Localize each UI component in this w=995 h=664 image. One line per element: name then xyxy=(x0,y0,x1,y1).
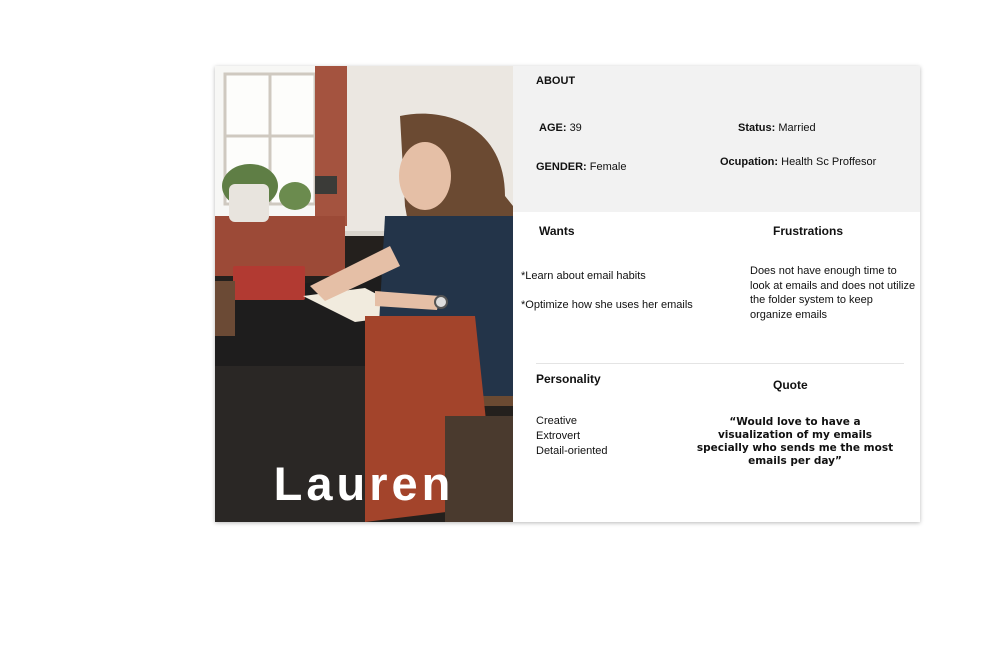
gender-label: GENDER: xyxy=(536,161,587,173)
personality-heading: Personality xyxy=(536,372,601,386)
occupation-label: Ocupation: xyxy=(720,156,779,168)
section-divider xyxy=(536,363,904,364)
persona-name: Lauren xyxy=(273,457,455,510)
wants-heading: Wants xyxy=(539,224,575,238)
frustrations-heading: Frustrations xyxy=(773,224,844,238)
about-heading: ABOUT xyxy=(536,75,576,87)
personality-trait: Extrovert xyxy=(536,430,581,442)
wants-item: *Optimize how she uses her emails xyxy=(521,299,693,311)
status-value: Married xyxy=(778,122,816,134)
status-field: Status: Married xyxy=(738,122,816,134)
about-section xyxy=(513,66,920,212)
photo-illustration xyxy=(215,66,513,522)
persona-card: Lauren ABOUT AGE: 39 Status: Married GEN… xyxy=(215,66,920,522)
personality-trait: Detail-oriented xyxy=(536,445,608,457)
persona-photo: Lauren xyxy=(215,66,513,522)
status-label: Status: xyxy=(738,122,776,134)
personality-trait: Creative xyxy=(536,415,577,427)
age-value: 39 xyxy=(569,122,582,134)
age-field: AGE: 39 xyxy=(539,122,582,134)
gender-value: Female xyxy=(589,161,627,173)
occupation-value: Health Sc Proffesor xyxy=(781,156,877,168)
quote-heading: Quote xyxy=(773,378,808,392)
gender-field: GENDER: Female xyxy=(536,161,626,173)
wants-item: *Learn about email habits xyxy=(521,270,646,282)
occupation-field: Ocupation: Health Sc Proffesor xyxy=(720,156,876,168)
quote-text: “Would love to have a visualization of m… xyxy=(696,416,894,467)
age-label: AGE: xyxy=(539,122,567,134)
frustrations-text: Does not have enough time to look at ema… xyxy=(750,265,916,321)
